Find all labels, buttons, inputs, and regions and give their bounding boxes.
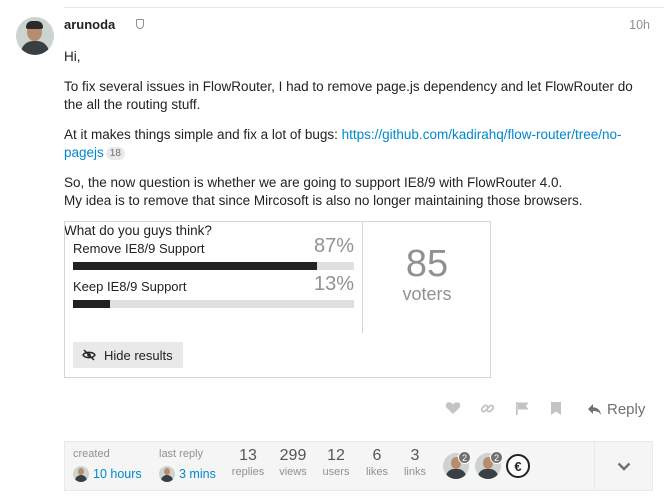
- moderator-shield-icon: [136, 19, 144, 29]
- paragraph: So, the now question is whether we are g…: [64, 175, 583, 208]
- reply-arrow-icon: [588, 403, 601, 415]
- poll-option-percent: 87%: [313, 235, 354, 257]
- topic-summary: created 10 hours last reply 3 mins 13 rep…: [64, 441, 653, 491]
- voters-label: voters: [402, 284, 452, 304]
- link-icon: [480, 404, 494, 412]
- stat-likes: 6 likes: [365, 447, 388, 478]
- eye-slash-icon: [82, 349, 96, 361]
- paragraph: Hi,: [64, 49, 81, 64]
- post-count-badge: 2: [458, 451, 471, 464]
- created-info: created 10 hours: [73, 448, 142, 482]
- poll-option-label: Keep IE8/9 Support: [73, 279, 187, 294]
- heart-icon: [445, 402, 461, 414]
- last-replier-avatar[interactable]: [159, 466, 175, 482]
- poll-bar-fill: [73, 262, 318, 270]
- stat-links[interactable]: 3 links: [402, 446, 428, 478]
- poll-option-percent: 13%: [313, 273, 354, 295]
- user-avatar[interactable]: [16, 17, 54, 55]
- stat-replies[interactable]: 13 replies: [231, 446, 265, 478]
- voters-count: 85: [405, 243, 449, 285]
- hide-results-button[interactable]: Hide results: [73, 342, 183, 368]
- expand-summary-button[interactable]: [594, 442, 652, 490]
- euro-letter-icon: €: [514, 458, 522, 474]
- paragraph: To fix several issues in FlowRouter, I h…: [64, 79, 633, 112]
- created-time[interactable]: 10 hours: [93, 467, 142, 481]
- share-link-button[interactable]: [478, 398, 496, 418]
- hide-results-label: Hide results: [104, 347, 173, 363]
- link-click-count: 18: [105, 147, 125, 160]
- last-reply-info: last reply 3 mins: [159, 448, 216, 482]
- flag-button[interactable]: [513, 398, 531, 418]
- like-button[interactable]: [444, 398, 462, 418]
- post-time[interactable]: 10h: [629, 18, 650, 32]
- flag-icon: [515, 401, 528, 415]
- reply-label: Reply: [607, 400, 646, 418]
- bookmark-icon: [551, 401, 561, 415]
- stat-views: 299 views: [279, 447, 307, 478]
- poll-bar-fill: [73, 300, 110, 308]
- poll-bar: [73, 300, 354, 308]
- created-label: created: [73, 448, 110, 460]
- participant-avatar[interactable]: €: [506, 454, 530, 478]
- last-reply-label: last reply: [159, 448, 204, 460]
- post-top-border: [64, 7, 664, 8]
- last-reply-time[interactable]: 3 mins: [179, 467, 216, 481]
- poll-bar: [73, 262, 354, 270]
- creator-avatar[interactable]: [73, 466, 89, 482]
- username[interactable]: arunoda: [64, 17, 115, 32]
- post-count-badge: 2: [490, 451, 503, 464]
- paragraph: At it makes things simple and fix a lot …: [64, 127, 622, 160]
- stat-users: 12 users: [322, 447, 350, 478]
- reply-button[interactable]: Reply: [587, 398, 645, 420]
- chevron-down-icon: [617, 462, 630, 471]
- poll: Remove IE8/9 Support 87% Keep IE8/9 Supp…: [64, 221, 491, 378]
- bookmark-button[interactable]: [547, 398, 565, 418]
- poll-option-label: Remove IE8/9 Support: [73, 241, 205, 256]
- poll-voters: 85 voters: [363, 222, 491, 333]
